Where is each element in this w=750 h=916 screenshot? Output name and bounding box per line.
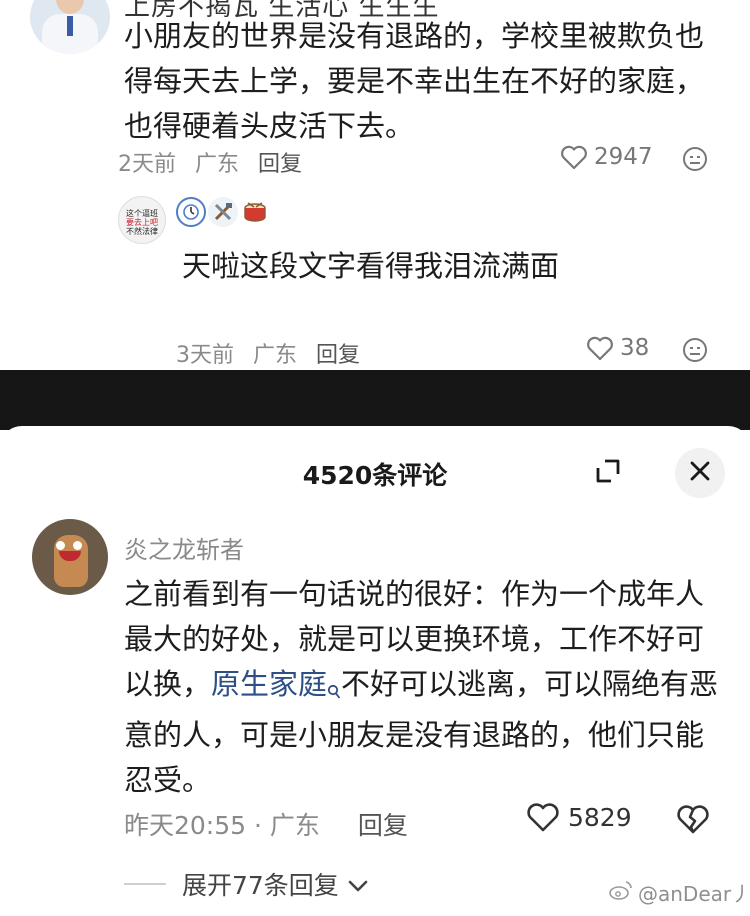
keyword-link-text: 原生家庭	[211, 667, 328, 701]
dislike-icon[interactable]	[682, 146, 708, 172]
reply-location: 广东	[253, 343, 298, 368]
commenter-name[interactable]: 炎之龙斩者	[124, 530, 244, 565]
chevron-down-icon	[347, 870, 369, 899]
drum-badge-icon	[240, 197, 270, 227]
avatar-text: 这个逼班	[126, 209, 158, 218]
weibo-watermark: @anDear丿	[608, 878, 750, 907]
expand-replies-label: 展开77条回复	[182, 871, 339, 900]
heart-icon	[586, 335, 614, 361]
avatar-head	[56, 0, 84, 14]
expand-replies-button[interactable]: 展开77条回复	[124, 866, 369, 902]
fullscreen-button[interactable]	[583, 448, 633, 498]
comment-location: 广东	[195, 152, 240, 177]
reply-avatar[interactable]: 这个逼班 要去上吧 不然法律	[118, 196, 166, 244]
like-count: 2947	[594, 144, 653, 170]
user-avatar-top[interactable]	[30, 0, 110, 54]
close-button[interactable]	[675, 448, 725, 498]
reply-button[interactable]: 回复	[358, 811, 408, 840]
dislike-button[interactable]	[676, 804, 710, 839]
like-button[interactable]: 38	[586, 335, 649, 361]
tools-badge-icon	[208, 197, 238, 227]
reply-time: 3天前	[176, 343, 234, 368]
comment-meta: 2天前 广东 回复	[118, 146, 302, 178]
heart-icon	[560, 144, 588, 170]
keyword-link[interactable]: 原生家庭	[211, 667, 341, 701]
broken-heart-icon	[676, 805, 710, 839]
expand-icon	[595, 458, 621, 488]
user-badges	[176, 197, 270, 227]
close-icon	[689, 460, 711, 486]
watermark-text: @anDear丿	[638, 882, 750, 906]
reply-button[interactable]: 回复	[316, 343, 360, 368]
weibo-logo-icon	[608, 879, 634, 906]
dark-overlay-band	[0, 370, 750, 430]
comment-text: 小朋友的世界是没有退路的，学校里被欺负也得每天去上学，要是不幸出生在不好的家庭，…	[124, 19, 705, 143]
clock-badge-icon	[176, 197, 206, 227]
like-count: 5829	[568, 803, 632, 832]
avatar-eye	[73, 541, 82, 550]
reply-button[interactable]: 回复	[258, 152, 302, 177]
main-comment-text: 之前看到有一句话说的很好：作为一个成年人最大的好处，就是可以更换环境，工作不好可…	[124, 572, 724, 803]
like-button[interactable]: 2947	[560, 144, 653, 170]
heart-icon	[526, 802, 560, 833]
reply-text: 天啦这段文字看得我泪流满面	[182, 249, 560, 283]
commenter-avatar[interactable]	[32, 519, 108, 595]
comment-location: 广东	[269, 811, 320, 840]
like-count: 38	[620, 335, 650, 361]
avatar-tie	[67, 16, 73, 36]
previous-comments-section: 上房不揭瓦 生活心 生生生 小朋友的世界是没有退路的，学校里被欺负也得每天去上学…	[0, 0, 750, 370]
main-comment-meta: 昨天20:55 · 广东 回复	[124, 806, 408, 842]
reply-meta: 3天前 广东 回复	[176, 337, 360, 369]
comment-time: 昨天20:55	[124, 811, 247, 840]
like-button[interactable]: 5829	[526, 802, 632, 833]
divider-dash	[124, 883, 166, 885]
meta-separator: ·	[254, 811, 262, 840]
avatar-text: 不然法律	[126, 227, 158, 236]
avatar-eye	[56, 541, 65, 550]
comments-sheet: 4520条评论 炎之龙斩者 之前看到有一句话说的很好：作为一个成年人最大的好处，…	[0, 426, 750, 916]
avatar-text: 要去上吧	[126, 218, 158, 227]
dislike-icon[interactable]	[682, 337, 708, 363]
search-icon	[327, 668, 341, 713]
comment-time: 2天前	[118, 152, 176, 177]
comment-count-title: 4520条评论	[302, 461, 448, 490]
